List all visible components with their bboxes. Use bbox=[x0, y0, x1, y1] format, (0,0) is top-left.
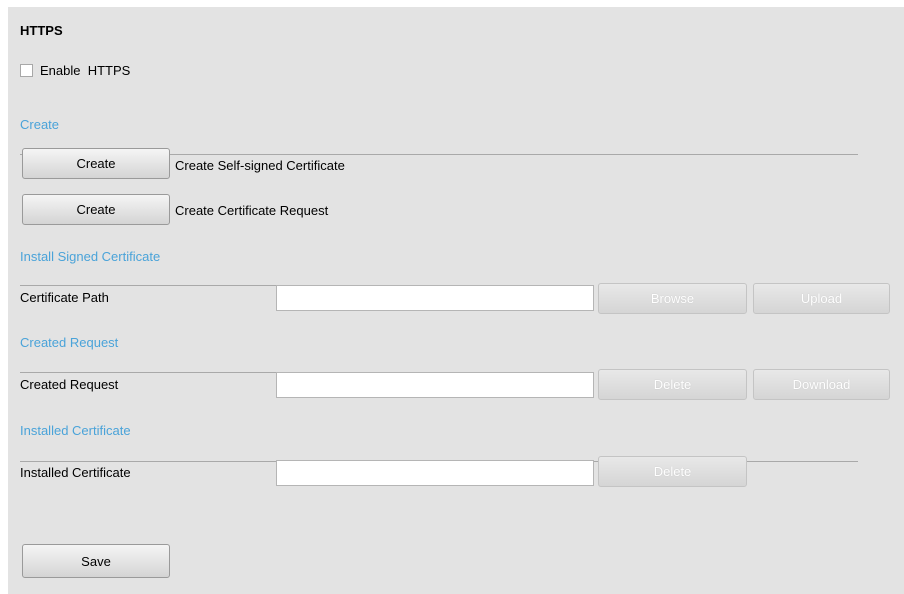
create-self-signed-label: Create Self-signed Certificate bbox=[175, 158, 345, 173]
https-title: HTTPS bbox=[20, 23, 63, 38]
install-section-heading: Install Signed Certificate bbox=[20, 249, 161, 264]
enable-https-label: Enable HTTPS bbox=[40, 63, 131, 78]
create-section-heading: Create bbox=[20, 117, 60, 132]
certificate-path-label: Certificate Path bbox=[20, 290, 109, 305]
create-self-signed-button[interactable]: Create bbox=[22, 148, 170, 179]
download-request-button[interactable]: Download bbox=[753, 369, 890, 400]
request-divider bbox=[20, 372, 276, 373]
created-request-heading: Created Request bbox=[20, 335, 119, 350]
upload-button[interactable]: Upload bbox=[753, 283, 890, 314]
created-request-label: Created Request bbox=[20, 377, 119, 392]
https-settings-panel: HTTPS Enable HTTPS Create Create Create … bbox=[8, 7, 904, 594]
create-request-button[interactable]: Create bbox=[22, 194, 170, 225]
delete-request-button[interactable]: Delete bbox=[598, 369, 747, 400]
enable-https-checkbox[interactable] bbox=[20, 64, 33, 77]
save-button[interactable]: Save bbox=[22, 544, 170, 578]
delete-installed-button[interactable]: Delete bbox=[598, 456, 747, 487]
create-request-label: Create Certificate Request bbox=[175, 203, 329, 218]
installed-certificate-input[interactable] bbox=[276, 460, 594, 486]
certificate-path-input[interactable] bbox=[276, 285, 594, 311]
installed-certificate-label: Installed Certificate bbox=[20, 465, 131, 480]
enable-https-row: Enable HTTPS bbox=[20, 63, 130, 78]
created-request-input[interactable] bbox=[276, 372, 594, 398]
installed-certificate-heading: Installed Certificate bbox=[20, 423, 131, 438]
install-divider bbox=[20, 285, 276, 286]
browse-button[interactable]: Browse bbox=[598, 283, 747, 314]
